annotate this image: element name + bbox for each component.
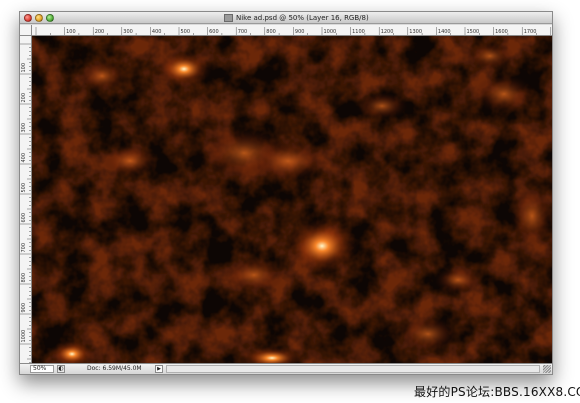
ruler-label: 600 (209, 29, 219, 35)
ruler-label: 800 (266, 29, 276, 35)
ruler-label: 200 (21, 93, 27, 103)
bright-spot (156, 51, 212, 87)
ruler-label: 1600 (495, 29, 508, 35)
horizontal-ruler-ticks: 100 200 300 400 500 600 700 800 900 1000 1100 1200 1… (35, 27, 552, 35)
ruler-label: 1200 (381, 29, 394, 35)
ruler-label: 500 (21, 183, 27, 193)
horizontal-ruler[interactable]: 100 200 300 400 500 600 700 800 900 1000 1100 1200 1… (32, 25, 552, 36)
resize-grip[interactable] (543, 365, 551, 373)
zoom-level-field[interactable]: 50% (30, 365, 54, 373)
ruler-label: 1000 (324, 29, 337, 35)
ruler-label: 700 (21, 243, 27, 253)
close-button[interactable] (24, 14, 32, 22)
horizontal-scrollbar[interactable] (166, 365, 540, 373)
zoom-button[interactable] (46, 14, 54, 22)
ruler-label: 200 (95, 29, 105, 35)
status-bar: 50% ◐ Doc: 6.59M/45.0M ▶ (20, 363, 552, 374)
ruler-label: 900 (295, 29, 305, 35)
ruler-label: 300 (21, 123, 27, 133)
photoshop-document-window: Nike ad.psd @ 50% (Layer 16, RGB/8) 100 2… (19, 11, 553, 375)
document-size-info: Doc: 6.59M/45.0M (87, 365, 142, 372)
vertical-ruler-ticks: 100 200 300 400 500 600 700 800 900 1000 (20, 43, 31, 363)
vertical-ruler[interactable]: 100 200 300 400 500 600 700 800 900 1000 (20, 36, 32, 363)
ruler-label: 800 (21, 273, 27, 283)
ruler-label: 1700 (524, 29, 537, 35)
ruler-label: 100 (21, 63, 27, 73)
ruler-label: 400 (152, 29, 162, 35)
image-canvas[interactable] (32, 36, 552, 363)
watermark-text: 最好的PS论坛:BBS.16XX8.COM (414, 385, 580, 399)
ruler-label: 900 (21, 303, 27, 313)
document-icon (224, 14, 233, 22)
title-bar[interactable]: Nike ad.psd @ 50% (Layer 16, RGB/8) (20, 12, 552, 24)
minimize-button[interactable] (35, 14, 43, 22)
ruler-label: 1500 (467, 29, 480, 35)
ruler-label: 400 (21, 153, 27, 163)
ruler-label: 1300 (409, 29, 422, 35)
fire-texture-layer (32, 36, 552, 363)
zoom-preview-icon[interactable]: ◐ (57, 365, 65, 373)
ruler-label: 1400 (438, 29, 451, 35)
ruler-label: 700 (238, 29, 248, 35)
ruler-label: 600 (21, 213, 27, 223)
triangle-right-icon[interactable]: ▶ (155, 365, 163, 373)
ruler-label: 500 (181, 29, 191, 35)
ruler-label: 300 (123, 29, 133, 35)
ruler-label: 1000 (21, 330, 27, 343)
window-title: Nike ad.psd @ 50% (Layer 16, RGB/8) (236, 14, 369, 22)
ruler-label: 100 (66, 29, 76, 35)
ruler-label: 1100 (352, 29, 365, 35)
ruler-origin[interactable] (20, 25, 32, 36)
